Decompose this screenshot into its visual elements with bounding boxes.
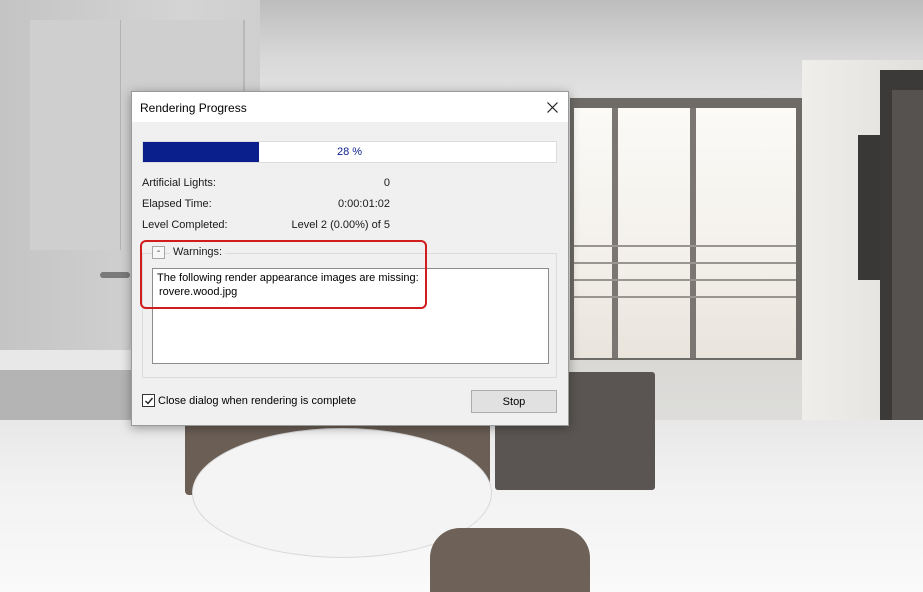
elapsed-time-value: 0:00:01:02 — [338, 198, 390, 210]
scene-window-glass — [574, 108, 796, 358]
close-when-complete-checkbox[interactable] — [142, 394, 155, 407]
checkmark-icon — [144, 397, 153, 405]
artificial-lights-label: Artificial Lights: — [142, 177, 216, 189]
scene-window-mullion — [612, 108, 618, 358]
scene-balcony-rail — [574, 296, 796, 298]
dialog-titlebar: Rendering Progress — [132, 92, 568, 122]
close-when-complete-option[interactable]: Close dialog when rendering is complete — [142, 394, 356, 407]
render-progress-bar: 28 % — [142, 141, 557, 163]
elapsed-time-label: Elapsed Time: — [142, 198, 212, 210]
progress-percent-label: 28 % — [336, 146, 363, 158]
scene-balcony-rail — [574, 262, 796, 264]
close-when-complete-label: Close dialog when rendering is complete — [158, 394, 357, 407]
scene-faucet — [100, 272, 130, 278]
scene-cabinet-seam — [120, 20, 121, 250]
scene-chair-front — [430, 528, 590, 592]
close-icon — [546, 101, 558, 113]
dialog-title: Rendering Progress — [140, 101, 247, 115]
scene-balcony-rail — [574, 279, 796, 281]
scene-balcony-rail — [574, 245, 796, 247]
scene-shutter — [858, 135, 882, 280]
stop-button[interactable]: Stop — [471, 390, 557, 413]
warning-highlight-box — [140, 240, 427, 309]
scene-window-mullion — [690, 108, 696, 358]
close-button[interactable] — [536, 92, 568, 122]
level-completed-value: Level 2 (0.00%) of 5 — [291, 219, 390, 231]
artificial-lights-value: 0 — [383, 177, 390, 189]
level-completed-label: Level Completed: — [142, 219, 228, 231]
